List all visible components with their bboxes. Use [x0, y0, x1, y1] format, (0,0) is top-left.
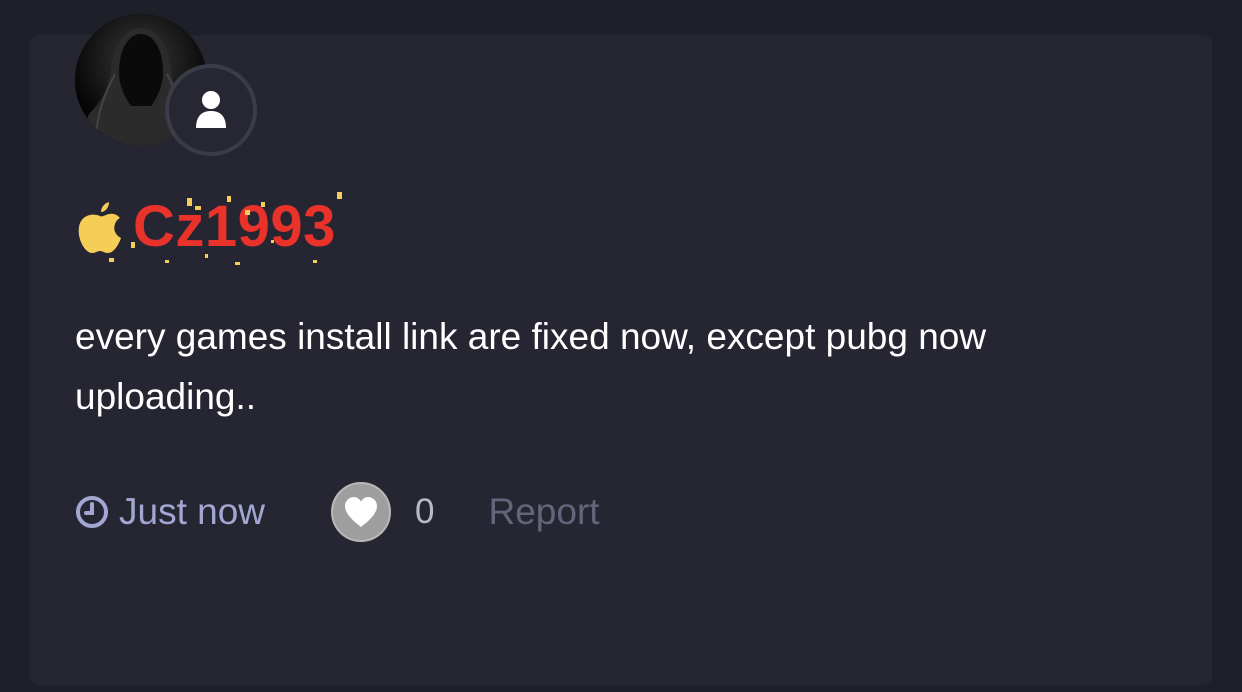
apple-icon	[78, 202, 121, 253]
report-link[interactable]: Report	[488, 491, 599, 533]
timestamp: Just now	[75, 491, 265, 533]
username-row[interactable]: Cz1993	[75, 192, 342, 265]
timestamp-text: Just now	[119, 491, 266, 532]
user-icon	[196, 91, 226, 128]
clock-icon	[76, 496, 108, 528]
like-count: 0	[415, 492, 435, 531]
comment-meta: Just now 0 Report	[75, 480, 600, 544]
like-button[interactable]	[331, 482, 392, 542]
username[interactable]: Cz1993	[133, 198, 336, 256]
heart-icon	[345, 497, 378, 527]
comment-text: every games install link are fixed now, …	[75, 316, 987, 417]
avatar-badge	[165, 64, 257, 156]
avatar-group[interactable]	[75, 14, 257, 156]
